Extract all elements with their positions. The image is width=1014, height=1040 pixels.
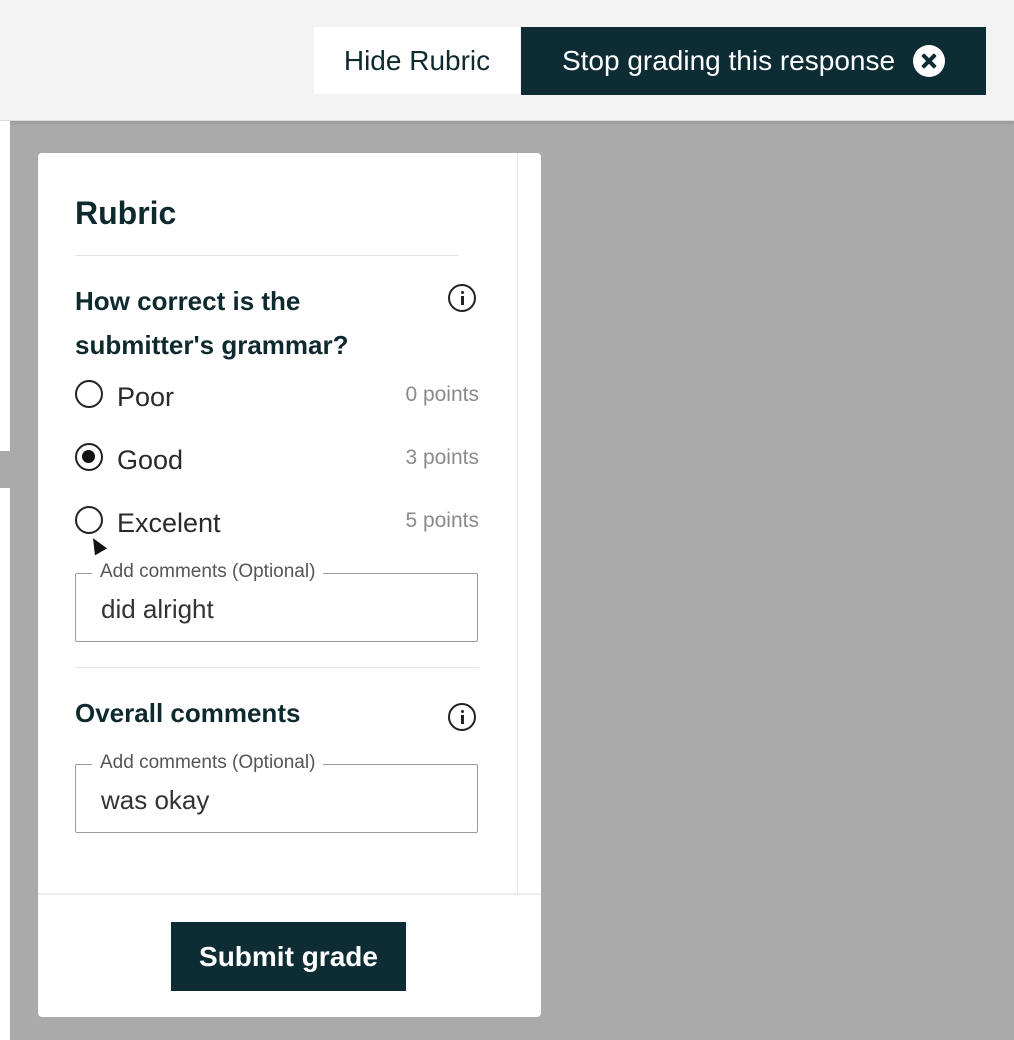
divider (75, 255, 459, 256)
close-icon (913, 45, 946, 77)
field-value[interactable]: did alright (101, 594, 214, 625)
option-excelent[interactable]: Excelent 5 points (75, 504, 479, 544)
criterion-question: How correct is the submitter's grammar? (75, 286, 349, 360)
overall-comments-label: Overall comments (75, 698, 301, 728)
left-edge-panel (0, 488, 10, 1040)
field-legend: Add comments (Optional) (92, 561, 324, 583)
option-label: Poor (117, 382, 175, 412)
option-poor[interactable]: Poor 0 points (75, 378, 479, 418)
divider (75, 667, 479, 668)
stop-grading-button[interactable]: Stop grading this response (521, 27, 986, 95)
option-points: 0 points (405, 383, 479, 406)
option-label: Excelent (117, 508, 221, 538)
field-value[interactable]: was okay (101, 785, 209, 816)
info-icon[interactable] (448, 703, 476, 731)
rubric-panel: Rubric How correct is the submitter's gr… (38, 153, 541, 1017)
info-icon[interactable] (448, 284, 476, 312)
field-legend: Add comments (Optional) (92, 752, 324, 774)
criterion-comment-field[interactable]: Add comments (Optional) did alright (75, 561, 478, 642)
option-points: 5 points (405, 509, 479, 532)
stop-grading-label: Stop grading this response (561, 45, 896, 76)
top-bar: Hide Rubric Stop grading this response (0, 0, 1014, 121)
footer-divider (38, 893, 541, 895)
radio-checked-icon[interactable] (75, 443, 103, 471)
scrollbar-track[interactable] (517, 153, 518, 893)
option-label: Good (117, 445, 184, 475)
rubric-title: Rubric (75, 195, 177, 231)
submit-grade-button[interactable]: Submit grade (171, 922, 406, 991)
left-edge-panel (0, 121, 10, 451)
hide-rubric-button[interactable]: Hide Rubric (314, 27, 520, 94)
option-good[interactable]: Good 3 points (75, 441, 479, 481)
radio-unchecked-icon[interactable] (75, 380, 103, 408)
radio-unchecked-icon[interactable] (75, 506, 103, 534)
option-points: 3 points (405, 446, 479, 469)
overall-comment-field[interactable]: Add comments (Optional) was okay (75, 752, 478, 833)
